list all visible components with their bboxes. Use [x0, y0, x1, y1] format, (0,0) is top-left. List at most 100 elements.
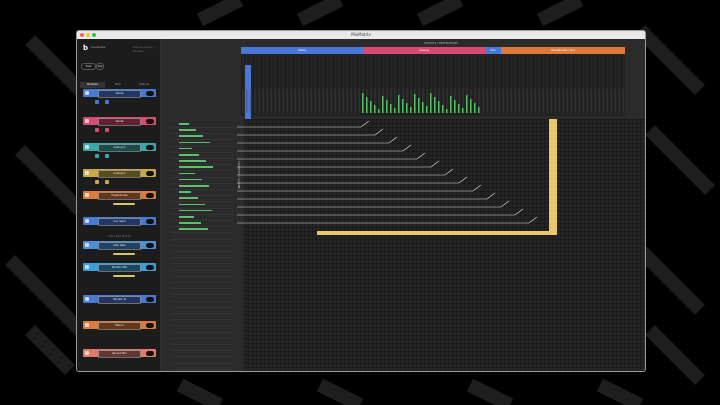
output-level-meter: [386, 100, 388, 113]
module-2[interactable]: Dante: [83, 117, 156, 126]
selected-column-highlight: [549, 119, 557, 235]
module-toggle[interactable]: [146, 144, 154, 150]
routing-matrix: OUTPUTS / DESTINATIONS Dante Analog Mon …: [161, 39, 645, 371]
module-label: Dante: [98, 90, 141, 98]
output-level-meter: [366, 97, 368, 113]
output-level-meter: [418, 98, 420, 113]
module-toggle[interactable]: [146, 264, 154, 270]
output-level-meter: [450, 96, 452, 113]
module-6[interactable]: Aux Send: [83, 217, 156, 226]
route-line: [237, 200, 510, 208]
route-line: [237, 136, 398, 144]
output-level-meter: [454, 100, 456, 113]
route-line: [237, 216, 538, 224]
module-icon: [85, 193, 89, 197]
output-level-meter: [378, 109, 380, 113]
module-label: Monitor Mix: [98, 264, 141, 272]
module-label: Return: [98, 322, 141, 330]
module-knob[interactable]: [105, 154, 109, 158]
output-level-meter: [362, 93, 364, 113]
module-icon: [85, 219, 89, 223]
module-label: Aux Send: [98, 218, 141, 226]
dial-button[interactable]: Dial: [81, 63, 96, 70]
module-icon: [85, 91, 89, 95]
output-level-meter: [406, 103, 408, 113]
module-knob[interactable]: [95, 180, 99, 184]
module-label: Headphones: [98, 192, 141, 200]
module-icon: [85, 297, 89, 301]
module-icon: [85, 265, 89, 269]
route-line: [237, 192, 496, 200]
module-icon: [85, 351, 89, 355]
module-toggle[interactable]: [146, 192, 154, 198]
module-label: Auto Gain: [98, 242, 141, 250]
output-level-meter: [426, 106, 428, 113]
module-slider[interactable]: [113, 253, 135, 255]
output-level-meter: [458, 104, 460, 113]
module-toggle[interactable]: [146, 296, 154, 302]
module-icon: [85, 243, 89, 247]
output-level-meter: [474, 103, 476, 113]
module-label: Analog In: [98, 170, 141, 178]
tap-button[interactable]: Tap: [96, 63, 104, 70]
module-7[interactable]: Auto Gain: [83, 241, 156, 250]
tab-outputs[interactable]: Outputs: [131, 82, 157, 88]
output-level-meter: [422, 102, 424, 113]
module-slider[interactable]: [113, 203, 135, 205]
module-icon: [85, 145, 89, 149]
app-name: Loudness: [91, 45, 106, 49]
output-level-meter: [470, 99, 472, 113]
route-line: [237, 184, 482, 192]
module-1[interactable]: Dante: [83, 89, 156, 98]
module-11[interactable]: Record Mix: [83, 349, 156, 358]
module-3[interactable]: Analog In: [83, 143, 156, 152]
output-level-meter: [430, 93, 432, 113]
module-toggle[interactable]: [146, 350, 154, 356]
route-line: [237, 160, 440, 168]
module-8[interactable]: Monitor Mix: [83, 263, 156, 272]
tab-modules[interactable]: Modules: [80, 82, 105, 88]
sidebar: b Loudness Device Setup / Routes Dial Ta…: [77, 39, 161, 371]
route-line: [237, 144, 412, 152]
module-knob[interactable]: [95, 154, 99, 158]
module-9[interactable]: Monitor B: [83, 295, 156, 304]
module-toggle[interactable]: [146, 90, 154, 96]
module-10[interactable]: Return: [83, 321, 156, 330]
window-title: MixMatrix: [351, 32, 371, 37]
module-knob[interactable]: [105, 128, 109, 132]
module-toggle[interactable]: [146, 242, 154, 248]
module-knob[interactable]: [105, 180, 109, 184]
output-level-meter: [438, 101, 440, 113]
route-line: [237, 128, 384, 136]
module-label: Dante: [98, 118, 141, 126]
app-window: MixMatrix b Loudness Device Setup / Rout…: [76, 30, 646, 372]
module-knob[interactable]: [95, 100, 99, 104]
output-level-meter: [390, 104, 392, 113]
module-4[interactable]: Analog In: [83, 169, 156, 178]
module-label: Record Mix: [98, 350, 141, 358]
route-lines: [237, 89, 624, 224]
app-tag: Device Setup / Routes: [133, 45, 155, 53]
module-slider[interactable]: [113, 275, 135, 277]
module-knob[interactable]: [105, 100, 109, 104]
output-level-meter: [478, 107, 480, 113]
tab-strip[interactable]: Strip: [105, 82, 131, 88]
output-level-meter: [410, 107, 412, 113]
module-toggle[interactable]: [146, 118, 154, 124]
module-toggle[interactable]: [146, 218, 154, 224]
module-toggle[interactable]: [146, 322, 154, 328]
output-level-meter: [398, 95, 400, 113]
module-5[interactable]: Headphones: [83, 191, 156, 200]
module-toggle[interactable]: [146, 170, 154, 176]
module-knob[interactable]: [95, 128, 99, 132]
output-level-meter: [374, 105, 376, 113]
output-level-meter: [446, 109, 448, 113]
add-module-link[interactable]: Add a New Module: [83, 235, 156, 238]
output-level-meter: [394, 108, 396, 113]
route-line: [237, 120, 370, 128]
module-icon: [85, 323, 89, 327]
output-level-meter: [382, 96, 384, 113]
selected-row-highlight: [317, 231, 553, 235]
module-label: Analog In: [98, 144, 141, 152]
output-level-meter: [466, 95, 468, 113]
